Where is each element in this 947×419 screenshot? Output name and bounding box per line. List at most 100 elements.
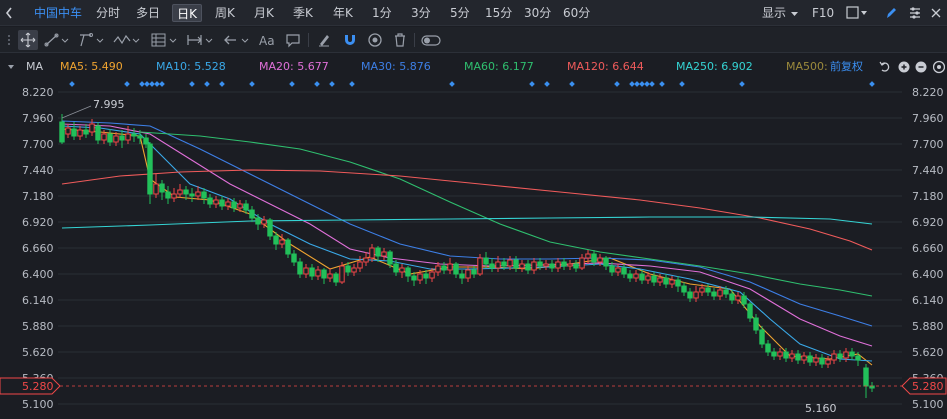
- y-tick-label: 6.920: [22, 216, 54, 229]
- candle: [639, 270, 645, 284]
- candle: [447, 258, 453, 274]
- adjust-mode-button[interactable]: 前复权: [830, 56, 863, 78]
- arrow-left-icon[interactable]: [222, 30, 252, 50]
- candle-body: [309, 267, 315, 277]
- sliders-icon[interactable]: [908, 4, 922, 22]
- tab-yearly-k[interactable]: 年K: [333, 4, 353, 22]
- candle-body: [363, 257, 369, 263]
- magnet-icon[interactable]: [341, 30, 359, 50]
- tab-quarterly-k[interactable]: 季K: [293, 4, 313, 22]
- display-dropdown[interactable]: 显示: [762, 4, 799, 22]
- fibonacci-tool-icon[interactable]: [150, 30, 180, 50]
- candle-body: [735, 295, 741, 301]
- candle-body: [465, 269, 471, 279]
- y-tick-label: 8.220: [22, 86, 54, 99]
- candle-body: [447, 263, 453, 271]
- candle: [813, 354, 819, 366]
- candle: [399, 264, 405, 278]
- candle-body: [255, 217, 261, 225]
- candle: [303, 264, 309, 278]
- y-tick-label: 5.100: [912, 398, 944, 411]
- candle-body: [681, 285, 687, 293]
- line-tool-icon[interactable]: [44, 30, 70, 50]
- candle: [309, 264, 315, 280]
- candle-body: [297, 261, 303, 275]
- candle: [869, 382, 875, 392]
- y-tick-label: 5.880: [22, 320, 54, 333]
- eye-icon[interactable]: [366, 30, 384, 50]
- f10-button[interactable]: F10: [812, 4, 834, 22]
- event-marker: [329, 81, 335, 87]
- candle-body: [417, 273, 423, 281]
- candle-body: [375, 247, 381, 257]
- candle: [225, 198, 231, 210]
- y-tick-label: 8.220: [912, 86, 944, 99]
- candle-body: [459, 273, 465, 279]
- candle-body: [249, 209, 255, 219]
- tab-60min[interactable]: 60分: [563, 4, 590, 22]
- candle-body: [789, 353, 795, 359]
- stock-name[interactable]: 中国中车: [34, 4, 82, 22]
- grid-lines: [58, 91, 902, 405]
- candle-body: [795, 353, 801, 361]
- event-marker: [529, 81, 535, 87]
- channel-tool-icon[interactable]: [78, 30, 106, 50]
- y-tick-label: 6.660: [912, 242, 944, 255]
- price-tag-left-text: 5.280: [22, 380, 54, 393]
- candle: [765, 340, 771, 356]
- toggle-drawings-icon[interactable]: [421, 30, 441, 50]
- checkbox-dropdown[interactable]: [846, 4, 870, 22]
- pen-icon[interactable]: [884, 4, 898, 22]
- candle-body: [693, 291, 699, 299]
- candle-body: [65, 127, 71, 135]
- tab-weekly-k[interactable]: 周K: [215, 4, 235, 22]
- candle: [279, 234, 285, 248]
- range-tool-icon[interactable]: [186, 30, 216, 50]
- candle: [107, 129, 113, 146]
- crosshair-move-icon[interactable]: [18, 30, 38, 50]
- tab-daily-k[interactable]: 日K: [172, 4, 202, 22]
- tab-5min[interactable]: 5分: [450, 4, 470, 22]
- candle: [363, 252, 369, 266]
- candle: [147, 142, 153, 204]
- candle: [333, 272, 339, 286]
- comment-icon[interactable]: [284, 30, 302, 50]
- candle-body: [171, 193, 177, 199]
- eraser-icon[interactable]: [315, 30, 333, 50]
- candle: [825, 356, 831, 368]
- toolbar-divider: [414, 33, 415, 47]
- tab-monthly-k[interactable]: 月K: [254, 4, 274, 22]
- tab-30min[interactable]: 30分: [524, 4, 551, 22]
- trash-icon[interactable]: [391, 30, 409, 50]
- candle-body: [807, 355, 813, 363]
- close-icon[interactable]: [930, 4, 942, 22]
- candle: [561, 258, 567, 270]
- wave-tool-icon[interactable]: [112, 30, 142, 50]
- kline-chart[interactable]: 8.220 7.960 7.700 7.440 7.180 6.920 6.660 6.400…: [0, 78, 947, 419]
- event-marker: [544, 81, 550, 87]
- event-markers: [69, 81, 875, 87]
- candle-body: [513, 259, 519, 269]
- candle-body: [765, 343, 771, 353]
- collapse-chevron-icon[interactable]: [4, 4, 18, 22]
- candle: [357, 256, 363, 272]
- candle-body: [137, 135, 143, 139]
- tab-15min[interactable]: 15分: [485, 4, 512, 22]
- candle: [753, 314, 759, 334]
- ma-indicator-label[interactable]: MA: [26, 56, 43, 78]
- tab-3min[interactable]: 3分: [411, 4, 431, 22]
- candle-body: [411, 275, 417, 281]
- svg-text:Aa: Aa: [259, 34, 275, 48]
- text-tool-icon[interactable]: Aa: [258, 30, 276, 50]
- candle: [165, 186, 171, 204]
- tab-multi-day[interactable]: 多日: [136, 4, 160, 22]
- candle-body: [339, 265, 345, 283]
- candle: [471, 266, 477, 278]
- tab-1min[interactable]: 1分: [372, 4, 392, 22]
- ma60-readout: MA60: 6.177: [464, 60, 534, 73]
- tab-intraday[interactable]: 分时: [96, 4, 120, 22]
- ma20-readout: MA20: 5.677: [259, 60, 329, 73]
- event-marker: [204, 81, 210, 87]
- candle-body: [291, 253, 297, 263]
- candle-body: [423, 273, 429, 279]
